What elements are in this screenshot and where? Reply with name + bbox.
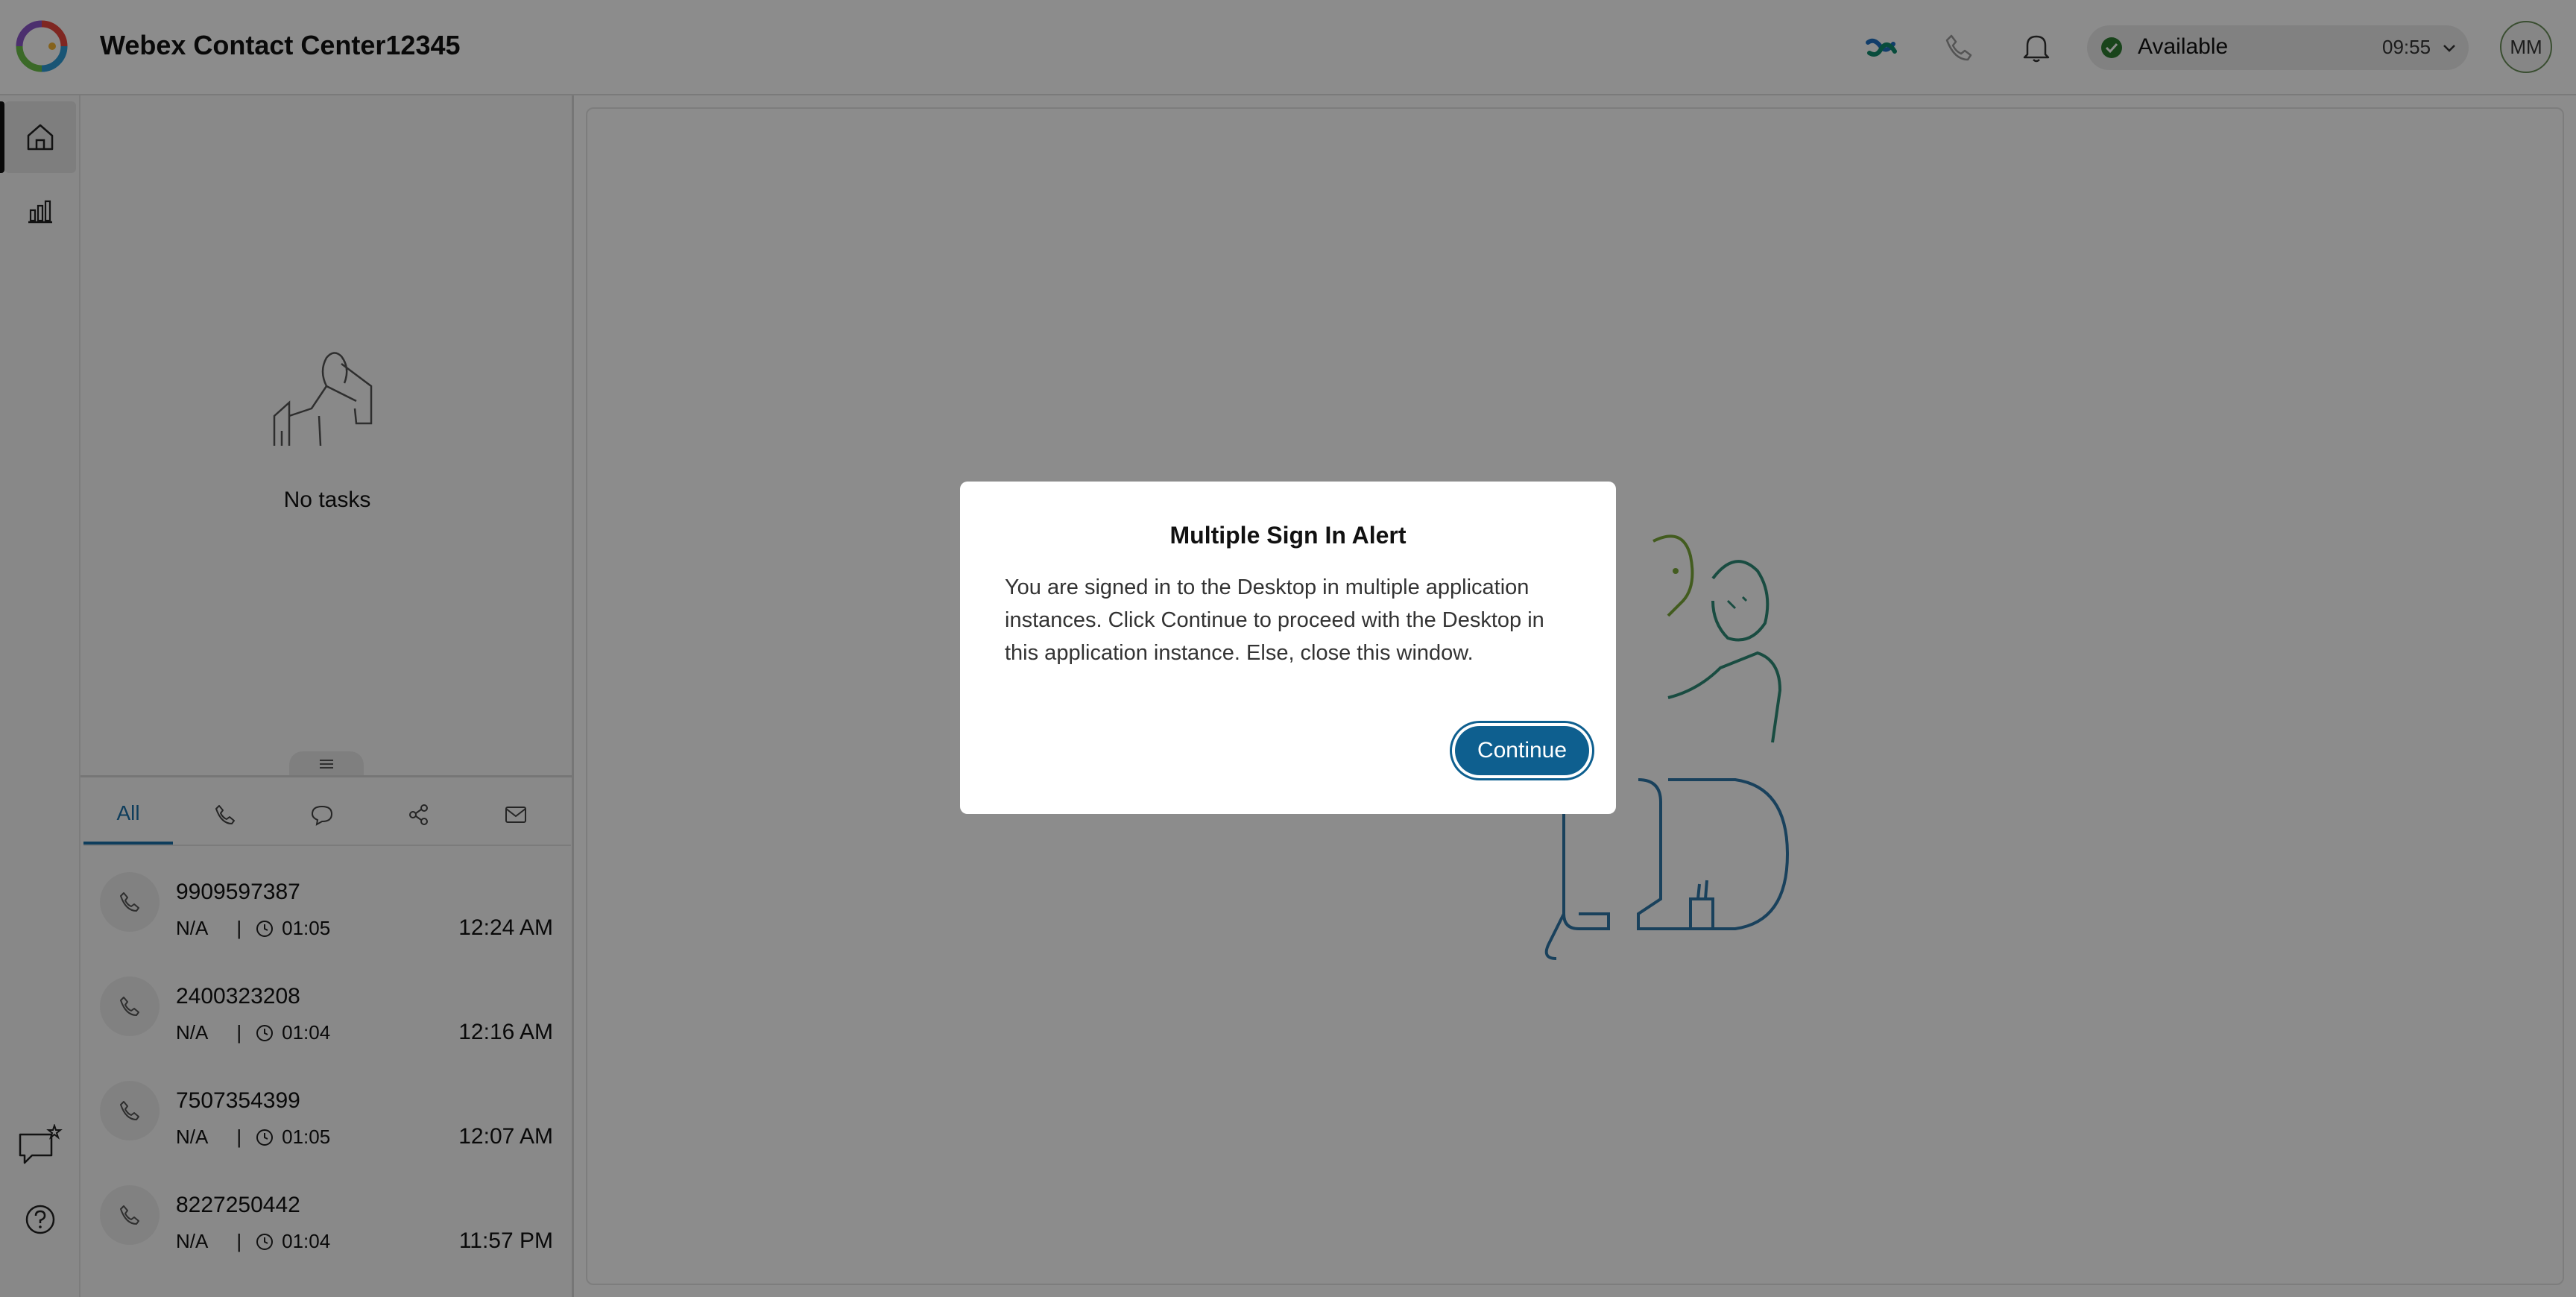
continue-button[interactable]: Continue	[1455, 726, 1589, 775]
dialog-title: Multiple Sign In Alert	[1169, 522, 1407, 549]
multiple-sign-in-dialog: Multiple Sign In Alert You are signed in…	[960, 482, 1616, 814]
dialog-message: You are signed in to the Desktop in mult…	[1005, 575, 1544, 665]
